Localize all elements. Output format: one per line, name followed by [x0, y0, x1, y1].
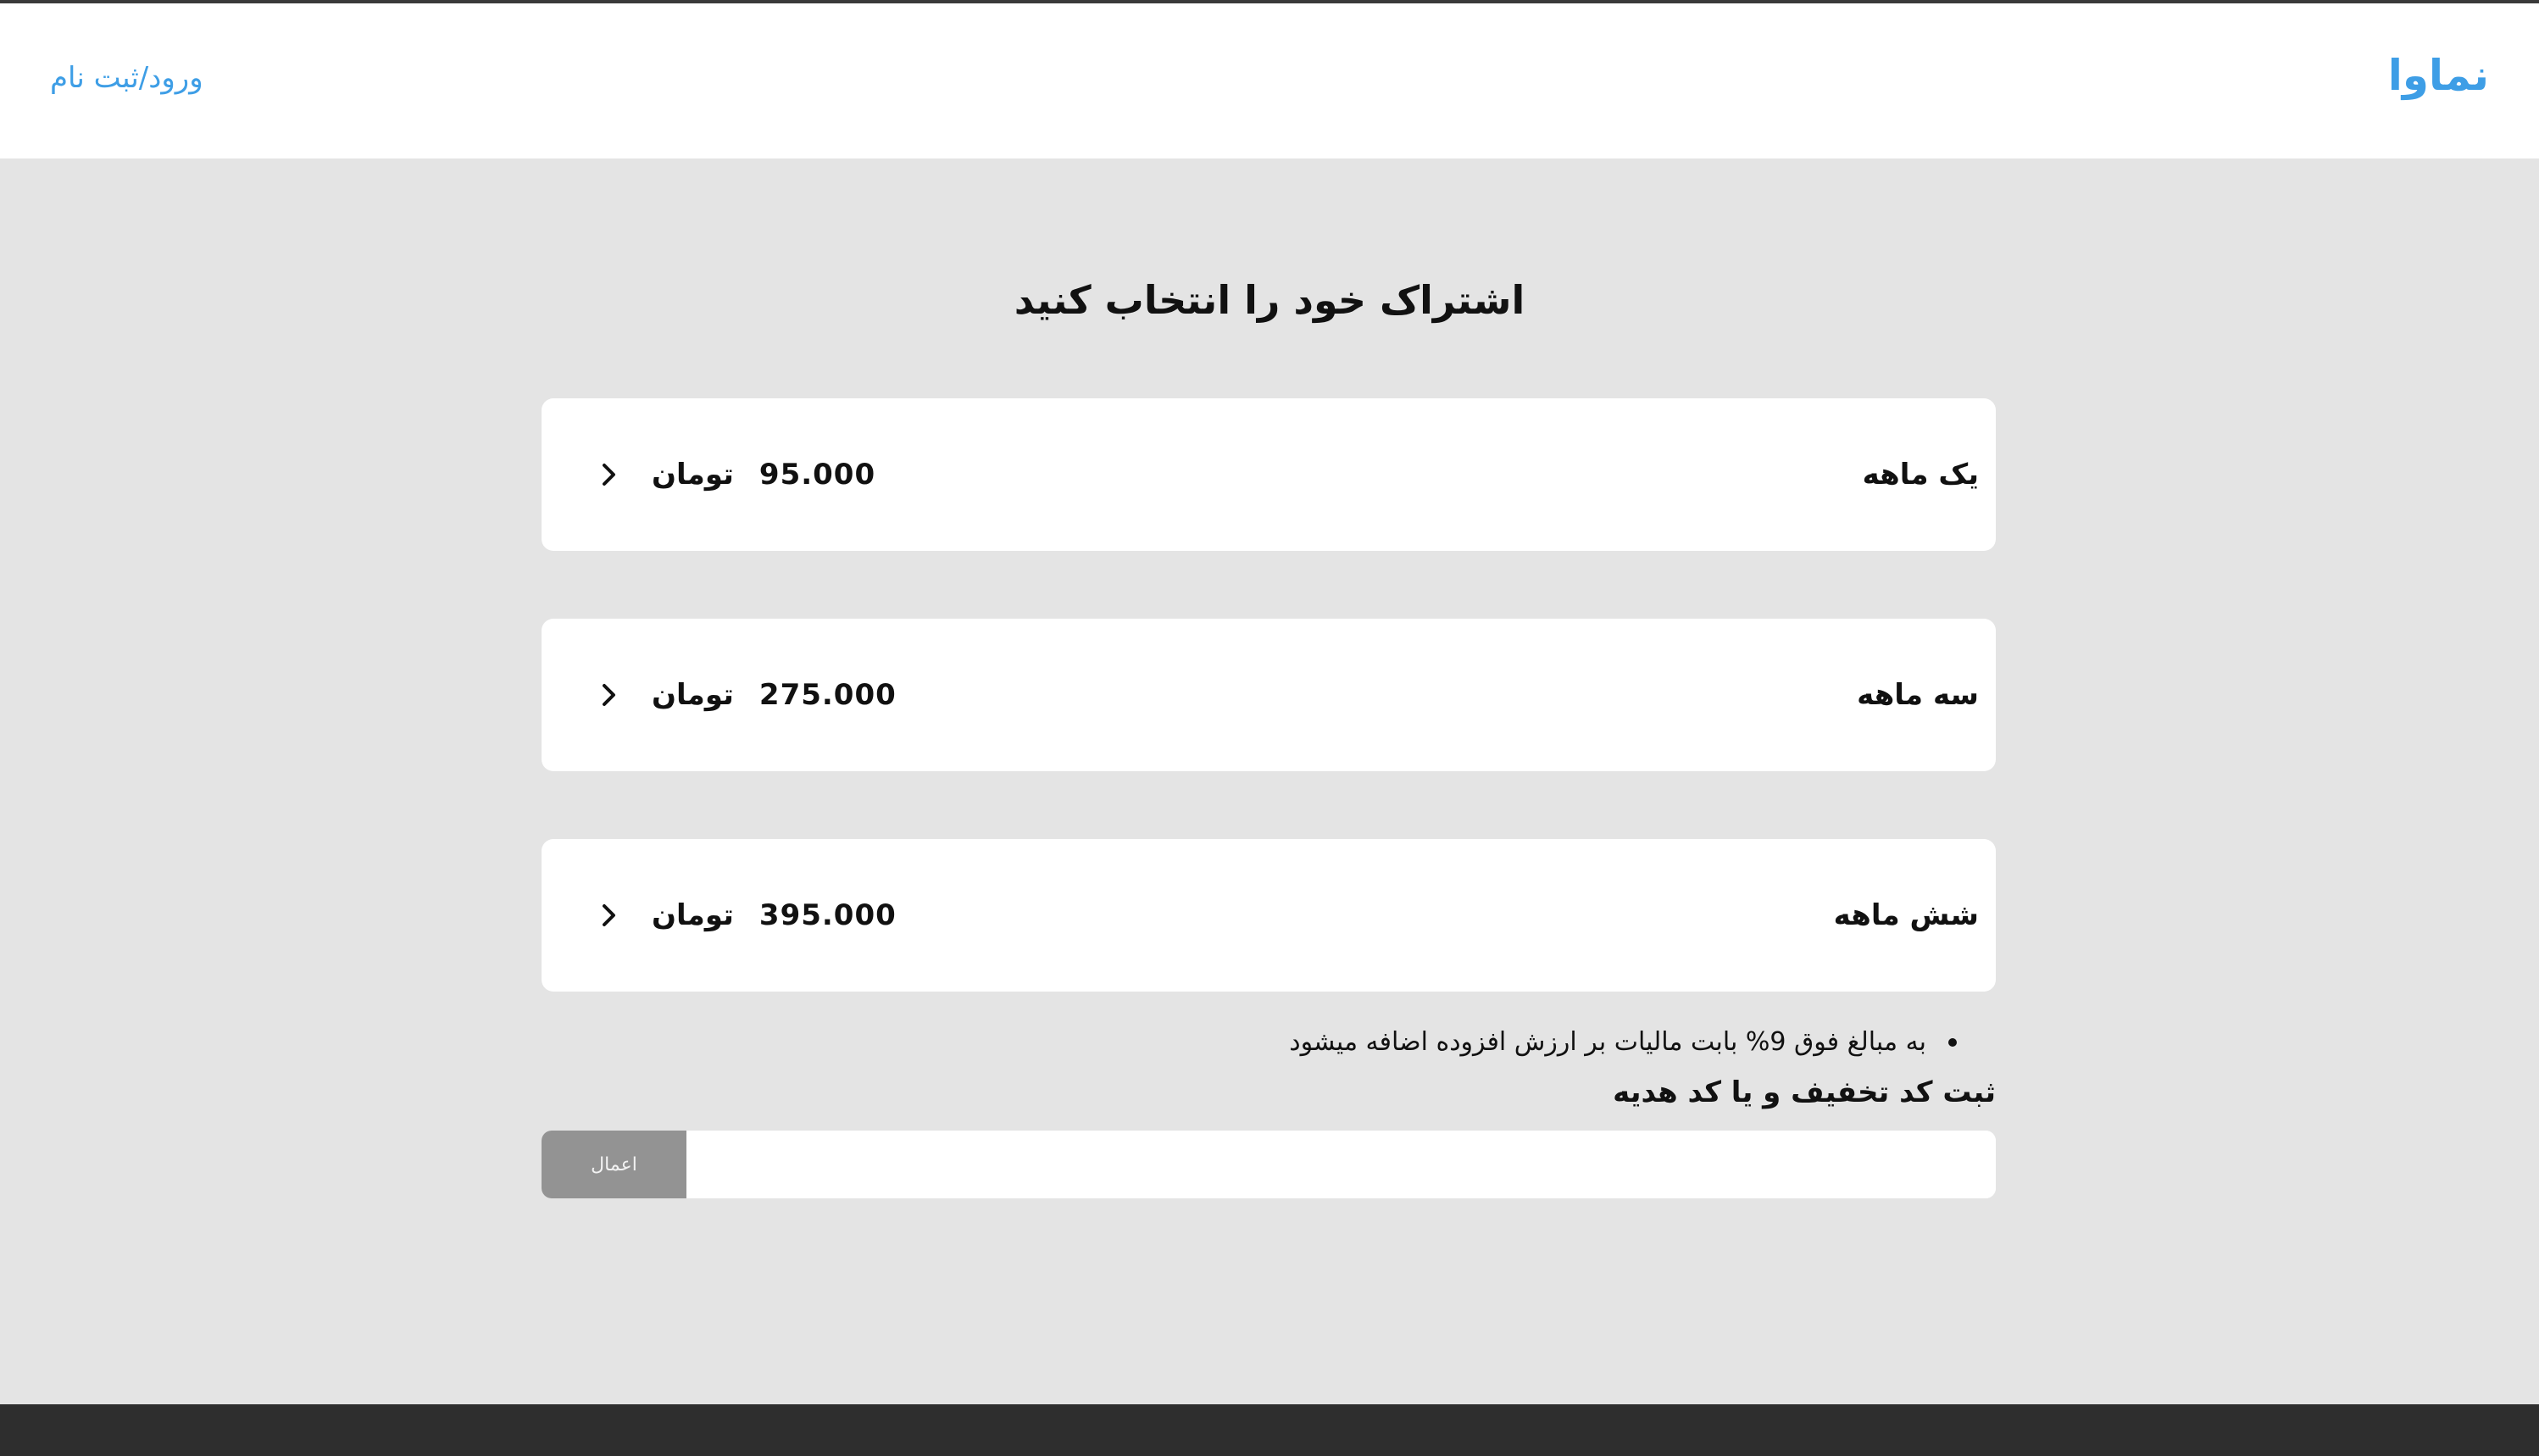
chevron-right-icon[interactable] — [592, 678, 626, 712]
chevron-right-icon[interactable] — [592, 898, 626, 932]
bullet-icon — [1948, 1037, 1957, 1047]
tax-note-text: به مبالغ فوق 9% بابت مالیات بر ارزش افزو… — [1289, 1027, 1926, 1057]
plan-price: تومان 395.000 — [592, 839, 897, 992]
site-footer — [0, 1404, 2539, 1456]
plan-card-three-months[interactable]: سه ماهه تومان 275.000 — [542, 619, 1996, 771]
plan-name: شش ماهه — [1833, 898, 1979, 932]
tax-note: به مبالغ فوق 9% بابت مالیات بر ارزش افزو… — [1289, 1027, 1957, 1057]
plan-currency: تومان — [652, 678, 734, 712]
discount-code-label: ثبت کد تخفیف و یا کد هدیه — [1613, 1075, 1996, 1109]
page-title: اشتراک خود را انتخاب کنید — [1014, 277, 1525, 323]
plan-currency: تومان — [652, 458, 734, 492]
plan-amount: 395.000 — [758, 898, 897, 932]
site-header: نماوا ورود/ثبت نام — [0, 3, 2539, 158]
plan-amount: 95.000 — [758, 458, 876, 492]
plan-card-six-months[interactable]: شش ماهه تومان 395.000 — [542, 839, 1996, 992]
plan-amount: 275.000 — [758, 678, 897, 712]
plan-name: سه ماهه — [1857, 678, 1979, 712]
discount-code-form: اعمال — [542, 1131, 1996, 1198]
plan-name: یک ماهه — [1862, 458, 1979, 492]
apply-discount-button[interactable]: اعمال — [542, 1131, 686, 1198]
plan-price: تومان 95.000 — [592, 398, 875, 551]
main-content: اشتراک خود را انتخاب کنید یک ماهه تومان … — [0, 158, 2539, 1404]
site-logo[interactable]: نماوا — [2388, 51, 2489, 100]
chevron-right-icon[interactable] — [592, 458, 626, 492]
plan-price: تومان 275.000 — [592, 619, 897, 771]
plan-currency: تومان — [652, 898, 734, 932]
login-register-link[interactable]: ورود/ثبت نام — [50, 61, 203, 95]
plan-card-one-month[interactable]: یک ماهه تومان 95.000 — [542, 398, 1996, 551]
discount-code-input[interactable] — [686, 1131, 1996, 1198]
